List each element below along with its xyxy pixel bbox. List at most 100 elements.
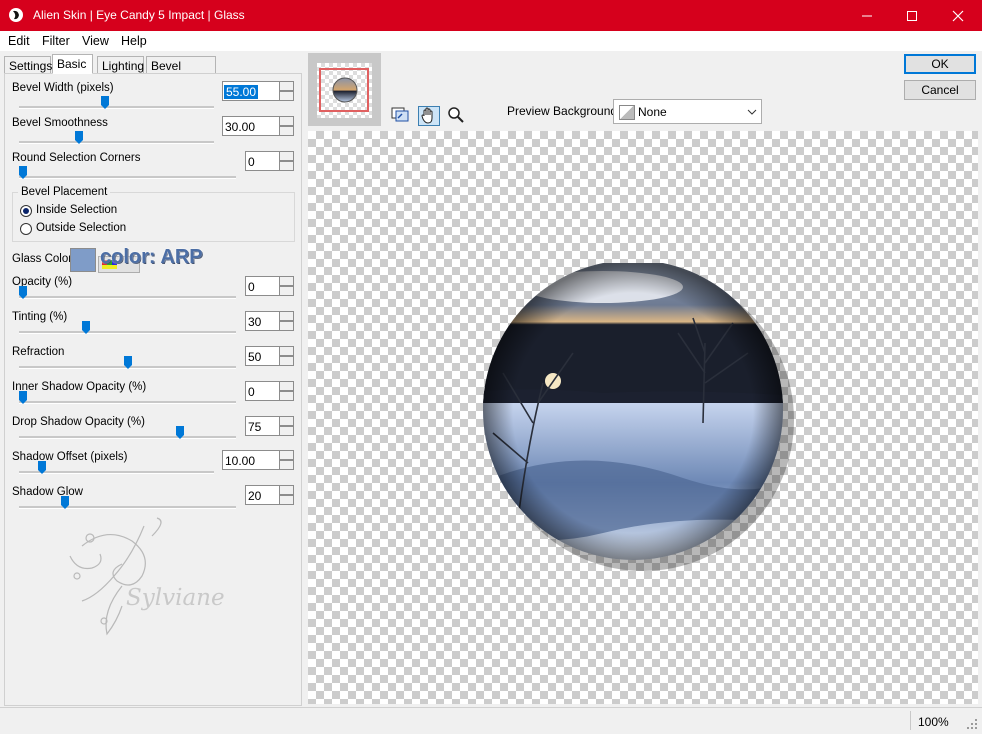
cancel-button[interactable]: Cancel xyxy=(904,80,976,100)
inner-shadow-field[interactable]: 0 xyxy=(245,381,294,401)
shadow-glow-value: 20 xyxy=(248,489,262,503)
zoom-tool-button[interactable] xyxy=(446,106,468,126)
flourish-watermark-icon xyxy=(69,517,162,636)
tab-bevel-profile[interactable]: Bevel Profile xyxy=(146,56,216,91)
minimize-button[interactable] xyxy=(844,0,890,31)
round-corners-up[interactable] xyxy=(279,151,294,161)
tinting-down[interactable] xyxy=(279,321,294,331)
bevel-placement-group xyxy=(12,192,295,242)
opacity-slider[interactable] xyxy=(19,296,236,299)
ok-button[interactable]: OK xyxy=(904,54,976,74)
preview-background-label: Preview Background: xyxy=(507,104,621,118)
bevel-placement-title: Bevel Placement xyxy=(18,186,111,198)
refraction-label: Refraction xyxy=(12,346,65,358)
refraction-field[interactable]: 50 xyxy=(245,346,294,366)
bevel-smoothness-down[interactable] xyxy=(279,126,294,136)
hand-icon xyxy=(421,107,433,124)
bevel-smoothness-field[interactable]: 30.00 xyxy=(222,116,294,136)
maximize-button[interactable] xyxy=(889,0,935,31)
outside-selection-label[interactable]: Outside Selection xyxy=(36,222,126,234)
bevel-width-field[interactable]: 55.00 xyxy=(222,81,294,101)
navigate-tool-button[interactable] xyxy=(390,106,412,126)
inside-selection-label[interactable]: Inside Selection xyxy=(36,204,117,216)
bevel-smoothness-label: Bevel Smoothness xyxy=(12,117,108,129)
shadow-glow-down[interactable] xyxy=(279,495,294,505)
inside-selection-radio[interactable] xyxy=(20,205,32,217)
shadow-glow-field[interactable]: 20 xyxy=(245,485,294,505)
glass-color-swatch[interactable] xyxy=(70,248,96,272)
shadow-offset-label: Shadow Offset (pixels) xyxy=(12,451,128,463)
inner-shadow-label: Inner Shadow Opacity (%) xyxy=(12,381,147,393)
window-title: Alien Skin | Eye Candy 5 Impact | Glass xyxy=(33,8,245,22)
opacity-down[interactable] xyxy=(279,286,294,296)
refraction-down[interactable] xyxy=(279,356,294,366)
zoom-level: 100% xyxy=(918,715,949,729)
bevel-width-slider-thumb[interactable] xyxy=(101,96,110,109)
navigator-view-rect[interactable] xyxy=(319,68,369,112)
shadow-offset-field[interactable]: 10.00 xyxy=(222,450,294,470)
minimize-icon xyxy=(862,15,872,16)
tab-basic[interactable]: Basic xyxy=(52,54,93,74)
preview-background-select[interactable]: None xyxy=(613,99,762,124)
drop-shadow-field[interactable]: 75 xyxy=(245,416,294,436)
bevel-width-label: Bevel Width (pixels) xyxy=(12,82,114,94)
close-button[interactable] xyxy=(935,0,981,31)
bevel-width-down[interactable] xyxy=(279,91,294,101)
drop-shadow-slider[interactable] xyxy=(19,436,236,439)
drop-shadow-up[interactable] xyxy=(279,416,294,426)
round-corners-field[interactable]: 0 xyxy=(245,151,294,171)
inner-shadow-down[interactable] xyxy=(279,391,294,401)
drop-shadow-label: Drop Shadow Opacity (%) xyxy=(12,416,145,428)
drop-shadow-value: 75 xyxy=(248,420,262,434)
menu-filter[interactable]: Filter xyxy=(42,34,70,48)
shadow-glow-slider[interactable] xyxy=(19,506,236,509)
shadow-offset-down[interactable] xyxy=(279,460,294,470)
shadow-offset-up[interactable] xyxy=(279,450,294,460)
round-corners-value: 0 xyxy=(248,155,255,169)
tab-settings[interactable]: Settings xyxy=(4,56,52,74)
status-bar: 100% xyxy=(0,707,982,734)
drop-shadow-slider-thumb[interactable] xyxy=(175,426,184,439)
drop-shadow-down[interactable] xyxy=(279,426,294,436)
bevel-width-up[interactable] xyxy=(279,81,294,91)
tinting-value: 30 xyxy=(248,315,262,329)
preview-canvas[interactable] xyxy=(308,131,978,704)
bevel-smoothness-slider-thumb[interactable] xyxy=(75,131,84,144)
preview-navigator[interactable] xyxy=(308,53,381,126)
inner-shadow-slider[interactable] xyxy=(19,401,236,404)
bevel-width-slider[interactable] xyxy=(19,106,214,109)
opacity-field[interactable]: 0 xyxy=(245,276,294,296)
hand-tool-button[interactable] xyxy=(418,106,440,126)
round-corners-down[interactable] xyxy=(279,161,294,171)
tinting-field[interactable]: 30 xyxy=(245,311,294,331)
watermark-signature: Sylviane xyxy=(126,585,225,611)
tinting-slider-thumb[interactable] xyxy=(81,321,90,334)
round-corners-slider[interactable] xyxy=(19,176,236,179)
bevel-smoothness-up[interactable] xyxy=(279,116,294,126)
menu-edit[interactable]: Edit xyxy=(8,34,30,48)
shadow-glow-label: Shadow Glow xyxy=(12,486,83,498)
menu-view[interactable]: View xyxy=(82,34,109,48)
glass-preview-image xyxy=(483,263,794,571)
inner-shadow-up[interactable] xyxy=(279,381,294,391)
shadow-glow-slider-thumb[interactable] xyxy=(60,496,69,509)
round-corners-slider-thumb[interactable] xyxy=(19,166,27,179)
shadow-offset-slider[interactable] xyxy=(19,471,214,474)
refraction-slider-thumb[interactable] xyxy=(123,356,132,369)
inner-shadow-slider-thumb[interactable] xyxy=(19,391,27,404)
bevel-smoothness-slider[interactable] xyxy=(19,141,214,144)
opacity-value: 0 xyxy=(248,280,255,294)
shadow-offset-slider-thumb[interactable] xyxy=(37,461,46,474)
opacity-slider-thumb[interactable] xyxy=(19,286,27,299)
tab-lighting[interactable]: Lighting xyxy=(97,56,144,74)
title-bar: Alien Skin | Eye Candy 5 Impact | Glass xyxy=(0,0,982,31)
menu-help[interactable]: Help xyxy=(121,34,147,48)
tinting-slider[interactable] xyxy=(19,331,236,334)
shadow-glow-up[interactable] xyxy=(279,485,294,495)
refraction-value: 50 xyxy=(248,350,262,364)
opacity-up[interactable] xyxy=(279,276,294,286)
refraction-up[interactable] xyxy=(279,346,294,356)
tinting-up[interactable] xyxy=(279,311,294,321)
resize-grip-icon[interactable] xyxy=(966,718,978,730)
outside-selection-radio[interactable] xyxy=(20,223,32,235)
